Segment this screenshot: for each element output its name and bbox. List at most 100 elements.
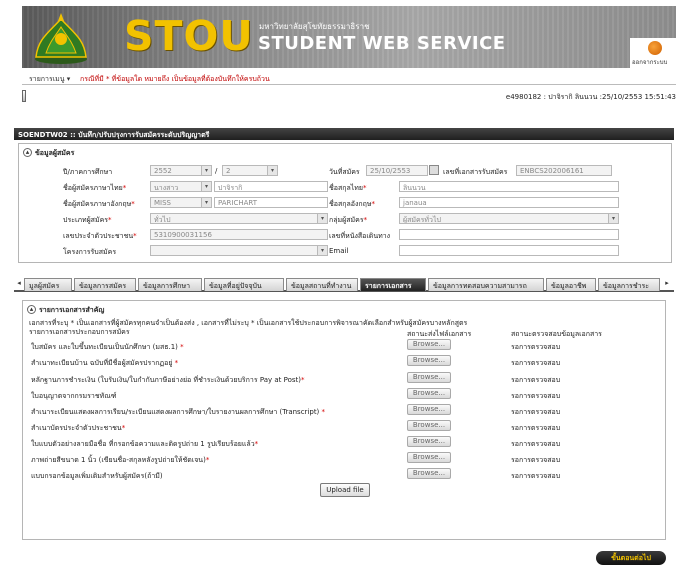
browse-button[interactable]: Browse...	[407, 436, 451, 447]
splitter-handle[interactable]	[22, 90, 26, 102]
tab-applicant[interactable]: มูลผู้สมัคร	[24, 278, 72, 291]
browse-button[interactable]: Browse...	[407, 372, 451, 383]
document-item: ใบอนุญาตจากกรมราชทัณฑ์	[31, 392, 117, 400]
doc-no-field[interactable]: ENBCS202006161	[516, 165, 612, 176]
document-item: หลักฐานการชำระเงิน (ใบรับเงิน/ใบกำกับภาษ…	[31, 376, 305, 384]
surname-en-field[interactable]: janaua	[399, 197, 619, 208]
chevron-down-icon: ▾	[66, 75, 71, 83]
chevron-down-icon: ▾	[201, 198, 211, 207]
documents-section-title: รายการเอกสารสำคัญ	[39, 306, 105, 314]
upload-file-button[interactable]: Upload file	[320, 483, 370, 497]
group-label: กลุ่มผู้สมัคร*	[329, 216, 368, 224]
applicant-section-title: ข้อมูลผู้สมัคร	[35, 149, 75, 157]
apply-date-label: วันที่สมัคร	[329, 168, 360, 176]
semester-select[interactable]: 2 ▾	[222, 165, 278, 176]
document-item: แบบกรอกข้อมูลเพิ่มเติมสำหรับผู้สมัคร(ถ้า…	[31, 472, 163, 480]
document-item: สำเนาบัตรประจำตัวประชาชน*	[31, 424, 126, 432]
browse-button[interactable]: Browse...	[407, 339, 451, 350]
browse-button[interactable]: Browse...	[407, 420, 451, 431]
university-seal-icon	[35, 13, 87, 64]
document-item: สำเนาทะเบียนบ้าน ฉบับที่มีชื่อผู้สมัครปร…	[31, 359, 179, 367]
name-en-field[interactable]: PARICHART	[214, 197, 328, 208]
check-status: รอการตรวจสอบ	[511, 424, 561, 432]
project-label: โครงการรับสมัคร	[63, 248, 117, 256]
chevron-down-icon: ▾	[201, 166, 211, 175]
title-en-select[interactable]: MISS ▾	[150, 197, 212, 208]
browse-button[interactable]: Browse...	[407, 468, 451, 479]
check-status: รอการตรวจสอบ	[511, 440, 561, 448]
documents-section: ▴ รายการเอกสารสำคัญ เอกสารที่ระบุ * เป็น…	[22, 300, 666, 540]
project-select[interactable]: ▾	[150, 245, 328, 256]
next-step-button[interactable]: ขั้นตอนต่อไป	[596, 551, 666, 565]
tab-bar: ◂ มูลผู้สมัคร ข้อมูลการสมัคร ข้อมูลการศึ…	[14, 276, 674, 292]
id-label: เลขประจำตัวประชาชน*	[63, 232, 137, 240]
title-th-select[interactable]: นางสาว ▾	[150, 181, 212, 192]
required-note: กรณีที่มี * ที่ข้อมูลใด หมายถึง เป็นข้อม…	[80, 75, 270, 83]
academic-year-select[interactable]: 2552 ▾	[150, 165, 212, 176]
chevron-down-icon: ▾	[608, 214, 618, 223]
name-th-field[interactable]: ปาจิรากิ	[214, 181, 328, 192]
logout-button[interactable]: ออกจากระบบ	[630, 38, 676, 68]
name-th-label: ชื่อผู้สมัครภาษาไทย*	[63, 184, 127, 192]
email-label: Email	[329, 247, 349, 255]
document-item: สำเนาระเบียนแสดงผลการเรียน/ระเบียนแสดงผล…	[31, 408, 326, 416]
logout-icon	[648, 41, 662, 55]
doc-no-label: เลขที่เอกสารรับสมัคร	[443, 168, 508, 176]
type-select[interactable]: ทั่วไป ▾	[150, 213, 328, 224]
slash-separator: /	[215, 167, 218, 175]
surname-en-label: ชื่อสกุลอังกฤษ*	[329, 200, 375, 208]
browse-button[interactable]: Browse...	[407, 404, 451, 415]
browse-button[interactable]: Browse...	[407, 452, 451, 463]
calendar-icon[interactable]	[429, 165, 439, 175]
check-status: รอการตรวจสอบ	[511, 456, 561, 464]
surname-th-label: ชื่อสกุลไทย*	[329, 184, 367, 192]
col-document-list: รายการเอกสารประกอบการสมัคร	[29, 328, 130, 336]
document-item: ใบแบบตัวอย่างลายมือชื่อ ที่กรอกข้อความแล…	[31, 440, 259, 448]
browse-button[interactable]: Browse...	[407, 388, 451, 399]
chevron-down-icon: ▾	[267, 166, 277, 175]
tab-application[interactable]: ข้อมูลการสมัคร	[74, 278, 136, 291]
document-item: ใบสมัคร และใบขึ้นทะเบียนเป็นนักศึกษา (มส…	[31, 343, 184, 351]
tab-workplace[interactable]: ข้อมูลสถานที่ทำงาน	[286, 278, 358, 291]
document-item: ภาพถ่ายสีขนาด 1 นิ้ว (เขียนชื่อ-สกุลหลัง…	[31, 456, 210, 464]
apply-date-field[interactable]: 25/10/2553	[366, 165, 428, 176]
stou-logo-text: STOU	[124, 12, 254, 60]
check-status: รอการตรวจสอบ	[511, 359, 561, 367]
logout-label: ออกจากระบบ	[632, 59, 668, 66]
tab-payment[interactable]: ข้อมูลการชำระ	[598, 278, 660, 291]
menu-dropdown[interactable]: รายการเมนู ▾	[29, 74, 70, 85]
collapse-toggle-icon[interactable]: ▴	[23, 148, 32, 157]
tab-ability-test[interactable]: ข้อมูลการทดสอบความสามารถ	[428, 278, 544, 291]
col-check-status: สถานะตรวจสอบข้อมูลเอกสาร	[511, 330, 602, 338]
tab-scroll-left-icon[interactable]: ◂	[14, 279, 24, 290]
university-name-th: มหาวิทยาลัยสุโขทัยธรรมาธิราช	[259, 22, 370, 31]
tab-education[interactable]: ข้อมูลการศึกษา	[138, 278, 202, 291]
group-select[interactable]: ผู้สมัครทั่วไป ▾	[399, 213, 619, 224]
chevron-down-icon: ▾	[317, 246, 327, 255]
passport-field[interactable]	[399, 229, 619, 240]
service-title: STUDENT WEB SERVICE	[258, 33, 506, 54]
passport-label: เลขที่หนังสือเดินทาง	[329, 232, 391, 240]
header-banner: STOU มหาวิทยาลัยสุโขทัยธรรมาธิราช STUDEN…	[22, 6, 676, 68]
chevron-down-icon: ▾	[201, 182, 211, 191]
collapse-toggle-icon[interactable]: ▴	[27, 305, 36, 314]
id-field[interactable]: 5310900031156	[150, 229, 328, 240]
tab-documents[interactable]: รายการเอกสาร	[360, 278, 426, 291]
browse-button[interactable]: Browse...	[407, 355, 451, 366]
check-status: รอการตรวจสอบ	[511, 343, 561, 351]
chevron-down-icon: ▾	[317, 214, 327, 223]
page-title: SOENDTW02 :: บันทึก/ปรับปรุงการรับสมัครร…	[14, 128, 674, 140]
menu-bar: รายการเมนู ▾ กรณีที่มี * ที่ข้อมูลใด หมา…	[22, 71, 676, 85]
email-field[interactable]	[399, 245, 619, 256]
check-status: รอการตรวจสอบ	[511, 472, 561, 480]
applicant-section: ▴ ข้อมูลผู้สมัคร ปี/ภาคการศึกษา 2552 ▾ / …	[18, 143, 672, 263]
tab-scroll-right-icon[interactable]: ▸	[662, 279, 672, 290]
name-en-label: ชื่อผู้สมัครภาษาอังกฤษ*	[63, 200, 135, 208]
academic-year-label: ปี/ภาคการศึกษา	[63, 168, 113, 176]
surname-th-field[interactable]: ลินนวน	[399, 181, 619, 192]
check-status: รอการตรวจสอบ	[511, 408, 561, 416]
tab-current-address[interactable]: ข้อมูลที่อยู่ปัจจุบัน	[204, 278, 284, 291]
user-info: e4980182 : ปาจิรากิ ลินนวน :25/10/2553 1…	[505, 93, 676, 101]
tab-occupation[interactable]: ข้อมูลอาชีพ	[546, 278, 596, 291]
check-status: รอการตรวจสอบ	[511, 392, 561, 400]
